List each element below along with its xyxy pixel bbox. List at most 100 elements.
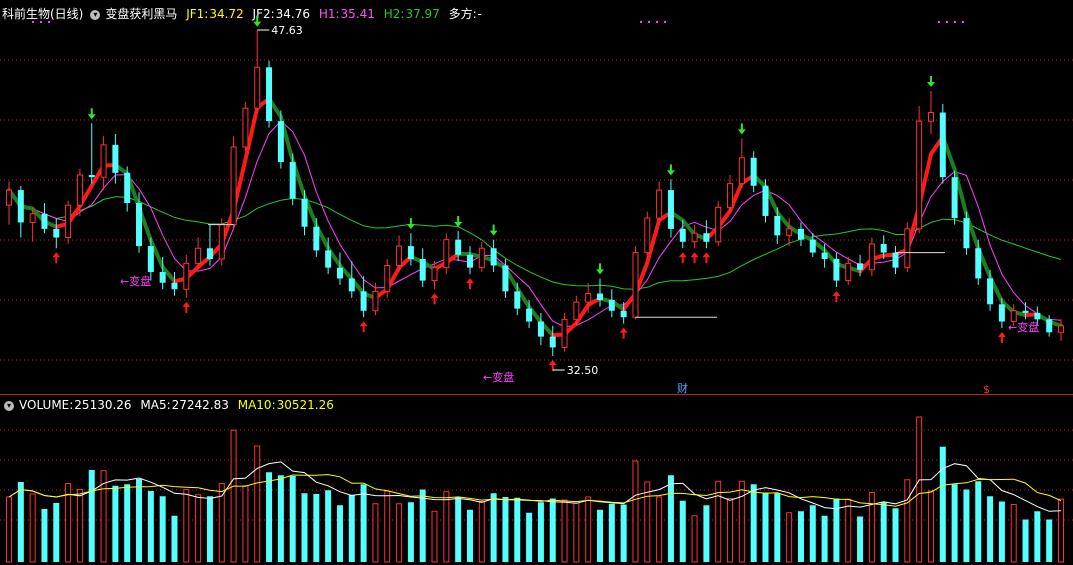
sell-arrow-icon — [489, 224, 498, 236]
candle-body-up — [443, 239, 450, 269]
volume-bar-down — [963, 489, 970, 562]
grid-lines — [0, 59, 1073, 521]
volume-bar-down — [407, 502, 414, 562]
candle-body-down — [608, 299, 615, 311]
candle-body-down — [159, 271, 166, 283]
volume-bar-down — [951, 484, 958, 562]
volume-bar-up — [916, 416, 923, 563]
chart-window: { "header": { "stock_name": "科前生物(日线)", … — [0, 0, 1073, 565]
volume-bar-down — [537, 502, 544, 562]
top-signal-dot — [40, 21, 42, 23]
volume-bar-down — [774, 493, 781, 562]
volume-bar-down — [136, 479, 143, 562]
candle-body-down — [821, 252, 828, 260]
volume-bar-up — [478, 501, 485, 563]
dividend-marker[interactable]: $ — [983, 383, 990, 396]
buy-arrow-icon — [619, 327, 628, 339]
candle-body-up — [786, 228, 793, 236]
top-signal-dot — [32, 21, 34, 23]
buy-arrow-icon — [690, 252, 699, 264]
volume-bar-down — [526, 512, 533, 562]
buy-arrow-icon — [465, 278, 474, 290]
volume-bar-down — [124, 484, 131, 562]
low-price-label: 32.50 — [567, 364, 599, 377]
candle-body-down — [774, 215, 781, 236]
volume-bar-up — [845, 498, 852, 563]
buy-arrow-icon — [997, 331, 1006, 343]
candle-body-up — [195, 247, 202, 264]
volume-bar-up — [656, 496, 663, 563]
candle-body-up — [218, 224, 225, 260]
volume-bar-down — [1046, 519, 1053, 562]
volume-bar-down — [490, 493, 497, 562]
finance-marker[interactable]: 财 — [677, 381, 688, 395]
volume-bar-down — [112, 485, 119, 562]
volume-bar-down — [17, 482, 24, 562]
volume-bar-down — [206, 496, 213, 562]
candle-body-down — [466, 254, 473, 268]
volume-bar-down — [549, 498, 556, 562]
volume-bar-up — [727, 498, 734, 563]
volume-bar-up — [1010, 504, 1017, 563]
volume-bar-down — [301, 493, 308, 562]
candle-body-up — [65, 204, 72, 238]
candle-body-up — [738, 157, 745, 185]
candle-body-down — [679, 228, 686, 242]
volume-bar-up — [242, 485, 249, 563]
top-signal-dot — [664, 21, 666, 23]
candle-body-down — [797, 228, 804, 240]
volume-bar-up — [6, 496, 12, 563]
volume-bar-up — [76, 489, 83, 563]
candle-body-down — [597, 293, 604, 300]
moving-average-lines — [7, 96, 1063, 338]
turn-label-3: ←变盘 — [1008, 320, 1039, 334]
volume-bar-down — [88, 470, 95, 562]
sell-arrow-icon — [666, 164, 675, 176]
volume-bar-down — [998, 501, 1005, 562]
candle-body-down — [809, 239, 816, 253]
volume-bars — [6, 416, 1064, 563]
candle-body-down — [266, 67, 273, 122]
high-price-label: 47.63 — [271, 24, 303, 37]
volume-bar-up — [585, 496, 592, 563]
candle-body-down — [41, 213, 48, 229]
volume-bar-up — [372, 503, 379, 563]
buy-arrow-icon — [702, 252, 711, 264]
candle-body-down — [549, 336, 556, 348]
sell-arrow-icon — [87, 108, 96, 120]
volume-bar-up — [573, 502, 580, 563]
candle-body-up — [632, 252, 639, 318]
volume-bar-down — [750, 484, 757, 562]
volume-bar-down — [325, 490, 332, 562]
candle-body-down — [112, 144, 119, 173]
kline-chart-canvas[interactable]: 47.63 32.50 ←变盘 ←变盘 ←变盘 财 $ — [0, 0, 1073, 565]
volume-bar-up — [183, 489, 190, 563]
volume-bar-down — [514, 497, 521, 562]
candle-body-down — [880, 243, 887, 253]
volume-bar-down — [987, 496, 994, 562]
buy-arrow-icon — [832, 291, 841, 303]
candle-body-up — [478, 247, 485, 269]
volume-bar-down — [797, 511, 804, 562]
candle-body-down — [502, 265, 509, 292]
volume-bar-up — [384, 490, 391, 563]
candle-body-up — [100, 144, 107, 178]
candle-body-up — [183, 262, 190, 290]
sell-arrow-icon — [596, 263, 605, 275]
buy-arrow-icon — [182, 301, 191, 313]
candle-body-down — [490, 248, 497, 266]
buy-arrow-icon — [548, 360, 557, 371]
candle-body-down — [526, 308, 533, 322]
sell-arrow-icon — [926, 75, 935, 87]
top-signal-dot — [640, 21, 642, 23]
volume-bar-down — [466, 509, 473, 562]
candle-body-up — [691, 232, 698, 243]
buy-arrow-icon — [52, 252, 61, 264]
candle-body-down — [147, 246, 154, 272]
volume-bar-down — [348, 494, 355, 562]
volume-bar-up — [561, 499, 568, 563]
candle-body-up — [230, 146, 237, 226]
volume-bar-down — [667, 475, 674, 562]
candle-body-up — [868, 243, 875, 271]
volume-bar-up — [443, 491, 450, 563]
